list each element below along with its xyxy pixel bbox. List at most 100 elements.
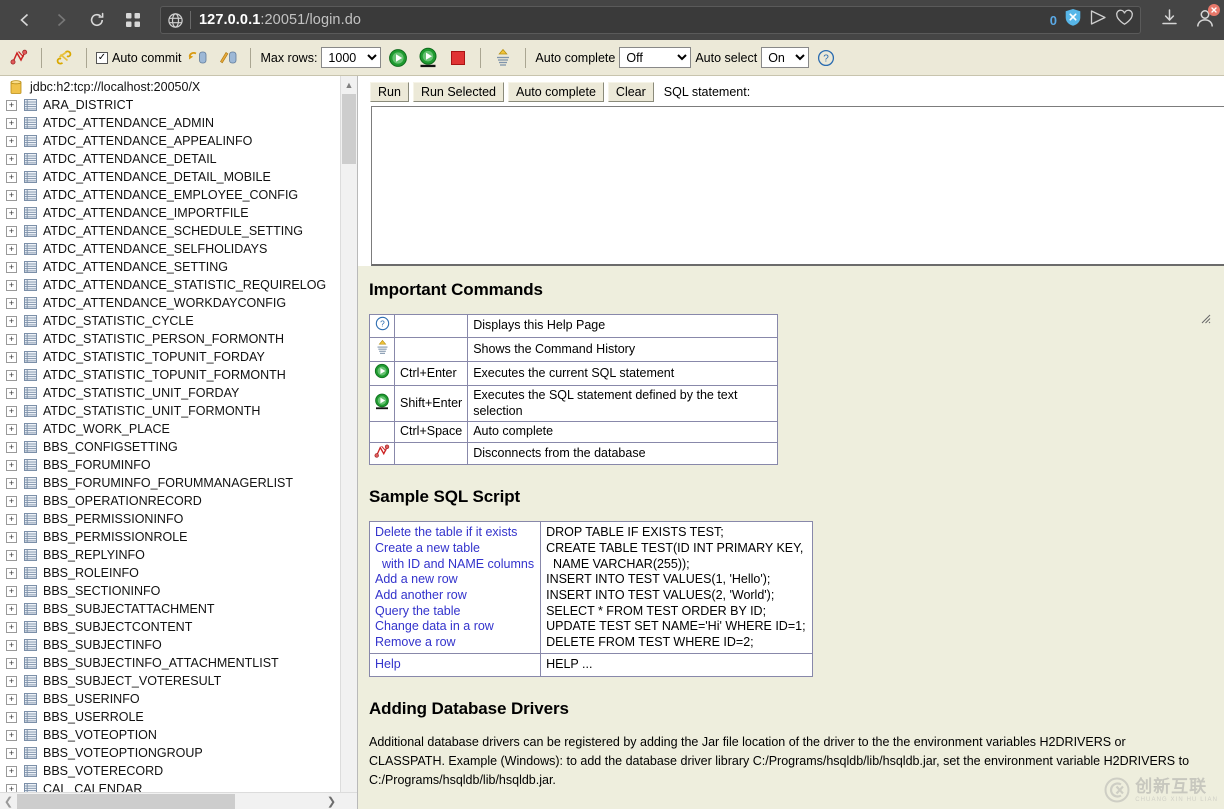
tree-expander[interactable]: + [6, 478, 17, 489]
tree-expander[interactable]: + [6, 352, 17, 363]
stop-icon[interactable] [445, 46, 471, 70]
tree-expander[interactable]: + [6, 154, 17, 165]
tree-item-table[interactable]: +ATDC_ATTENDANCE_IMPORTFILE [0, 204, 357, 222]
tree-item-table[interactable]: +BBS_FORUMINFO_FORUMMANAGERLIST [0, 474, 357, 492]
tree-expander[interactable]: + [6, 424, 17, 435]
tree-expander[interactable]: + [6, 370, 17, 381]
tree-item-table[interactable]: +BBS_OPERATIONRECORD [0, 492, 357, 510]
tree-item-table[interactable]: +ATDC_STATISTIC_CYCLE [0, 312, 357, 330]
tree-item-table[interactable]: +ATDC_ATTENDANCE_SETTING [0, 258, 357, 276]
tree-horizontal-scroll-thumb[interactable] [17, 794, 235, 809]
send-icon[interactable] [1089, 9, 1108, 31]
reload-button[interactable] [80, 5, 114, 35]
auto-commit-checkbox[interactable]: ✓ Auto commit [96, 51, 181, 65]
tree-item-table[interactable]: +ATDC_ATTENDANCE_EMPLOYEE_CONFIG [0, 186, 357, 204]
tree-item-table[interactable]: +BBS_ROLEINFO [0, 564, 357, 582]
download-icon[interactable] [1159, 7, 1180, 33]
profile-icon[interactable] [1194, 7, 1216, 34]
tree-expander[interactable]: + [6, 784, 17, 793]
commit-icon[interactable] [215, 46, 241, 70]
tree-expander[interactable]: + [6, 280, 17, 291]
tree-expander[interactable]: + [6, 586, 17, 597]
tree-expander[interactable]: + [6, 298, 17, 309]
max-rows-select[interactable]: 1000 [321, 47, 381, 68]
auto-complete-button[interactable]: Auto complete [508, 82, 604, 102]
tree-vertical-scrollbar[interactable]: ▲ [340, 76, 357, 809]
favorite-icon[interactable] [1115, 9, 1134, 31]
history-icon[interactable] [490, 46, 516, 70]
tree-expander[interactable]: + [6, 244, 17, 255]
scroll-left-arrow[interactable]: ❮ [0, 793, 17, 809]
run-icon[interactable] [385, 46, 411, 70]
tree-root-connection[interactable]: jdbc:h2:tcp://localhost:20050/X [0, 78, 357, 96]
address-bar[interactable]: 127.0.0.1:20051/login.do 0 [160, 6, 1141, 34]
tree-expander[interactable]: + [6, 658, 17, 669]
tree-item-table[interactable]: +BBS_SUBJECTATTACHMENT [0, 600, 357, 618]
run-selected-icon[interactable] [415, 46, 441, 70]
disconnect-icon[interactable] [6, 46, 32, 70]
tree-item-table[interactable]: +BBS_SUBJECTINFO [0, 636, 357, 654]
tree-expander[interactable]: + [6, 496, 17, 507]
tree-expander[interactable]: + [6, 550, 17, 561]
tree-item-table[interactable]: +BBS_SECTIONINFO [0, 582, 357, 600]
tree-item-table[interactable]: +BBS_SUBJECT_VOTERESULT [0, 672, 357, 690]
tree-expander[interactable]: + [6, 406, 17, 417]
tree-item-table[interactable]: +BBS_SUBJECTINFO_ATTACHMENTLIST [0, 654, 357, 672]
tree-expander[interactable]: + [6, 514, 17, 525]
forward-button[interactable] [44, 5, 78, 35]
back-button[interactable] [8, 5, 42, 35]
tree-horizontal-scrollbar[interactable]: ❮ ❯ [0, 792, 357, 809]
tree-expander[interactable]: + [6, 172, 17, 183]
tree-item-table[interactable]: +ATDC_ATTENDANCE_WORKDAYCONFIG [0, 294, 357, 312]
run-button[interactable]: Run [370, 82, 409, 102]
tree-expander[interactable]: + [6, 604, 17, 615]
apps-button[interactable] [116, 5, 150, 35]
tree-vertical-scroll-thumb[interactable] [342, 94, 356, 164]
clear-button[interactable]: Clear [608, 82, 654, 102]
database-tree[interactable]: jdbc:h2:tcp://localhost:20050/X +ARA_DIS… [0, 76, 357, 792]
tree-item-table[interactable]: +BBS_USERINFO [0, 690, 357, 708]
tree-expander[interactable]: + [6, 208, 17, 219]
tree-item-table[interactable]: +ATDC_ATTENDANCE_DETAIL [0, 150, 357, 168]
tree-expander[interactable]: + [6, 118, 17, 129]
tree-item-table[interactable]: +ATDC_ATTENDANCE_SELFHOLIDAYS [0, 240, 357, 258]
tree-expander[interactable]: + [6, 694, 17, 705]
auto-complete-select[interactable]: Off [619, 47, 691, 68]
help-icon[interactable]: ? [813, 46, 839, 70]
tree-item-table[interactable]: +ATDC_ATTENDANCE_SCHEDULE_SETTING [0, 222, 357, 240]
auto-select-select[interactable]: On [761, 47, 809, 68]
scroll-right-arrow[interactable]: ❯ [323, 793, 340, 809]
refresh-icon[interactable] [51, 46, 77, 70]
tree-item-table[interactable]: +ATDC_STATISTIC_UNIT_FORMONTH [0, 402, 357, 420]
tree-item-table[interactable]: +BBS_USERROLE [0, 708, 357, 726]
tree-item-table[interactable]: +BBS_VOTEOPTIONGROUP [0, 744, 357, 762]
tree-expander[interactable]: + [6, 388, 17, 399]
tree-expander[interactable]: + [6, 190, 17, 201]
tree-expander[interactable]: + [6, 712, 17, 723]
tree-expander[interactable]: + [6, 748, 17, 759]
tree-item-table[interactable]: +ATDC_STATISTIC_PERSON_FORMONTH [0, 330, 357, 348]
tree-item-table[interactable]: +ATDC_ATTENDANCE_ADMIN [0, 114, 357, 132]
tree-item-table[interactable]: +CAL_CALENDAR [0, 780, 357, 792]
tree-item-table[interactable]: +ATDC_STATISTIC_TOPUNIT_FORMONTH [0, 366, 357, 384]
tree-expander[interactable]: + [6, 136, 17, 147]
tree-item-table[interactable]: +BBS_REPLYINFO [0, 546, 357, 564]
tree-expander[interactable]: + [6, 226, 17, 237]
adblock-shield-icon[interactable] [1064, 8, 1082, 32]
tree-item-table[interactable]: +ATDC_ATTENDANCE_APPEALINFO [0, 132, 357, 150]
tree-item-table[interactable]: +ATDC_WORK_PLACE [0, 420, 357, 438]
sql-statement-input[interactable] [371, 106, 1224, 266]
tree-item-table[interactable]: +ATDC_ATTENDANCE_STATISTIC_REQUIRELOG [0, 276, 357, 294]
tree-item-table[interactable]: +BBS_CONFIGSETTING [0, 438, 357, 456]
rollback-icon[interactable] [185, 46, 211, 70]
scroll-up-arrow[interactable]: ▲ [341, 76, 357, 93]
tree-item-table[interactable]: +ATDC_STATISTIC_UNIT_FORDAY [0, 384, 357, 402]
tree-item-table[interactable]: +BBS_VOTEOPTION [0, 726, 357, 744]
tree-item-table[interactable]: +BBS_PERMISSIONINFO [0, 510, 357, 528]
tree-item-table[interactable]: +ATDC_ATTENDANCE_DETAIL_MOBILE [0, 168, 357, 186]
tree-item-table[interactable]: +BBS_VOTERECORD [0, 762, 357, 780]
tree-expander[interactable]: + [6, 100, 17, 111]
tree-item-table[interactable]: +ARA_DISTRICT [0, 96, 357, 114]
tree-expander[interactable]: + [6, 730, 17, 741]
tree-expander[interactable]: + [6, 766, 17, 777]
